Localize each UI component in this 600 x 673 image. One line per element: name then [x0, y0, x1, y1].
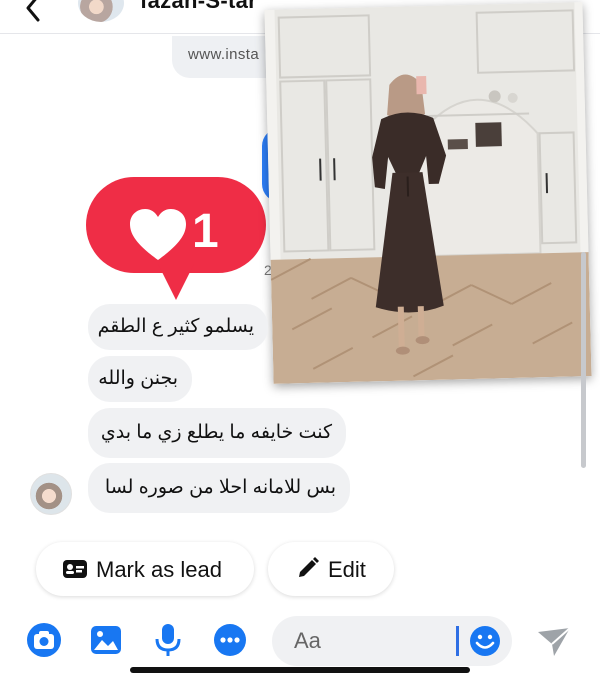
message-composer[interactable] — [272, 616, 512, 666]
scrollbar[interactable] — [581, 252, 586, 468]
outfit-photo — [264, 2, 591, 384]
incoming-message[interactable]: كنت خايفه ما يطلع زي ما بدي — [88, 408, 346, 458]
camera-icon[interactable] — [26, 622, 62, 658]
reaction-badge-tail — [158, 264, 194, 300]
send-icon[interactable] — [536, 626, 572, 658]
text-cursor — [456, 626, 459, 656]
outfit-photo-illustration — [264, 2, 591, 384]
reaction-count: 1 — [192, 204, 219, 260]
incoming-message[interactable]: بجنن والله — [88, 356, 192, 402]
gallery-icon[interactable] — [88, 622, 124, 658]
heart-icon — [128, 208, 188, 262]
more-icon[interactable] — [212, 622, 248, 658]
contact-name[interactable]: fazah-S-tar — [140, 0, 257, 14]
edit-button[interactable]: Edit — [268, 542, 394, 596]
pencil-icon — [296, 556, 320, 580]
message-text: كنت خايفه ما يطلع زي ما بدي — [101, 421, 332, 445]
incoming-message[interactable]: يسلمو كثير ع الطقم — [88, 304, 268, 350]
contact-card-icon — [62, 559, 88, 579]
home-indicator — [130, 667, 470, 673]
emoji-icon[interactable] — [468, 624, 502, 658]
microphone-icon[interactable] — [150, 622, 186, 658]
edit-label: Edit — [328, 557, 366, 583]
message-input[interactable] — [292, 625, 456, 657]
message-text: يسلمو كثير ع الطقم — [98, 315, 254, 339]
back-arrow-icon[interactable] — [22, 0, 46, 22]
mark-as-lead-label: Mark as lead — [96, 557, 222, 583]
message-text: بس للامانه احلا من صوره لسا — [105, 476, 336, 500]
link-preview-text: www.insta — [188, 46, 259, 63]
mark-as-lead-button[interactable]: Mark as lead — [36, 542, 254, 596]
incoming-message[interactable]: بس للامانه احلا من صوره لسا — [88, 463, 350, 513]
contact-avatar[interactable] — [78, 0, 124, 22]
message-text: بجنن والله — [98, 367, 178, 391]
sender-avatar[interactable] — [30, 473, 72, 515]
